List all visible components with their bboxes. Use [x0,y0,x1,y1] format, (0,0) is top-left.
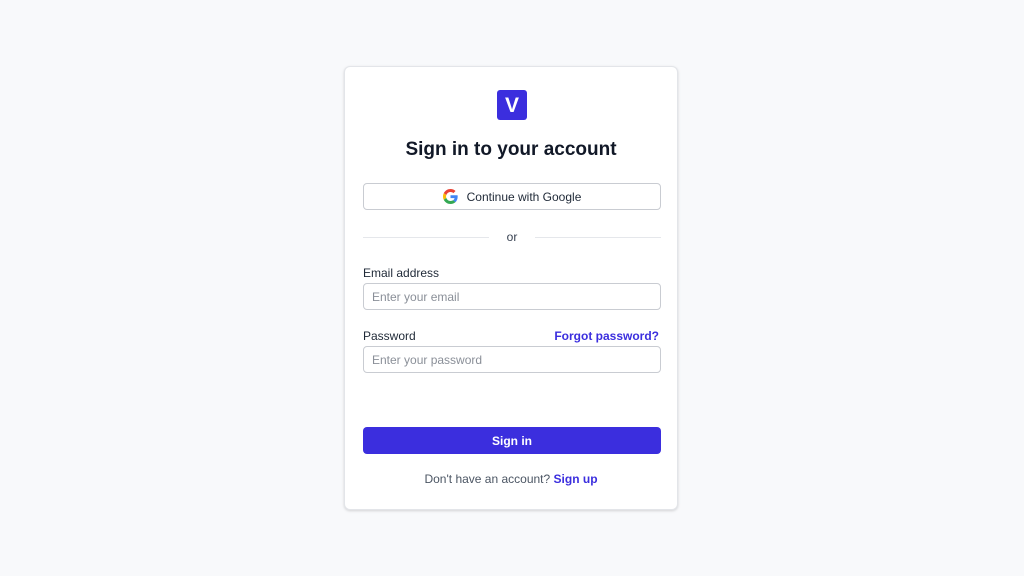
sign-in-button[interactable]: Sign in [363,427,661,454]
email-label: Email address [363,266,440,280]
page-title: Sign in to your account [405,139,617,160]
sign-in-card: V Sign in to your account Continue with … [344,66,678,510]
email-field[interactable] [363,283,661,310]
continue-with-google-button[interactable]: Continue with Google [363,183,661,210]
forgot-password-link[interactable]: Forgot password? [554,329,659,343]
google-icon [442,189,458,204]
brand-logo-letter: V [504,93,519,117]
continue-with-google-label: Continue with Google [466,189,582,204]
divider-line-right [535,237,661,238]
brand-logo: V [497,90,527,120]
password-field[interactable] [363,346,661,373]
or-divider: or [363,229,661,245]
sign-up-prompt-text: Don't have an account? [424,472,551,486]
sign-up-link[interactable]: Sign up [554,472,598,486]
sign-up-prompt: Don't have an account? Sign up [345,472,677,486]
password-label: Password [363,329,416,343]
